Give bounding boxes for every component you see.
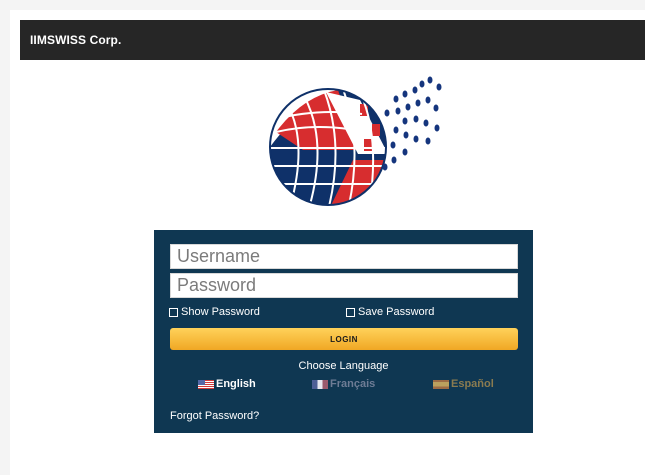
language-espanol[interactable]: Español xyxy=(433,378,494,390)
app-bar: IIMSWISS Corp. xyxy=(20,20,645,60)
password-field[interactable] xyxy=(170,273,518,298)
show-password-label: Show Password xyxy=(181,306,260,318)
language-francais-label: Français xyxy=(330,378,376,390)
language-english[interactable]: English xyxy=(198,378,256,390)
show-password-toggle[interactable]: Show Password xyxy=(169,306,260,318)
language-espanol-label: Español xyxy=(451,378,494,390)
username-field[interactable] xyxy=(170,244,518,269)
language-english-label: English xyxy=(216,378,256,390)
show-password-checkbox[interactable] xyxy=(169,307,178,317)
save-password-checkbox[interactable] xyxy=(346,307,355,317)
us-flag-icon xyxy=(198,379,214,389)
save-password-toggle[interactable]: Save Password xyxy=(346,306,434,318)
spain-flag-icon xyxy=(433,379,449,389)
save-password-label: Save Password xyxy=(358,306,435,318)
screen-frame: IIMSWISS Corp. Username Show Password Sa… xyxy=(0,0,645,475)
choose-language-label: Choose Language xyxy=(298,360,389,372)
company-logo-icon xyxy=(268,72,450,218)
app-title: IIMSWISS Corp. xyxy=(30,33,122,47)
login-button[interactable]: LOGIN xyxy=(170,328,518,350)
france-flag-icon xyxy=(312,379,328,389)
forgot-password-link[interactable]: Forgot Password? xyxy=(170,410,259,422)
login-panel: Show Password Save Password LOGIN Choose… xyxy=(154,230,533,433)
globe-logo-icon xyxy=(269,76,442,206)
language-francais[interactable]: Français xyxy=(312,378,375,390)
